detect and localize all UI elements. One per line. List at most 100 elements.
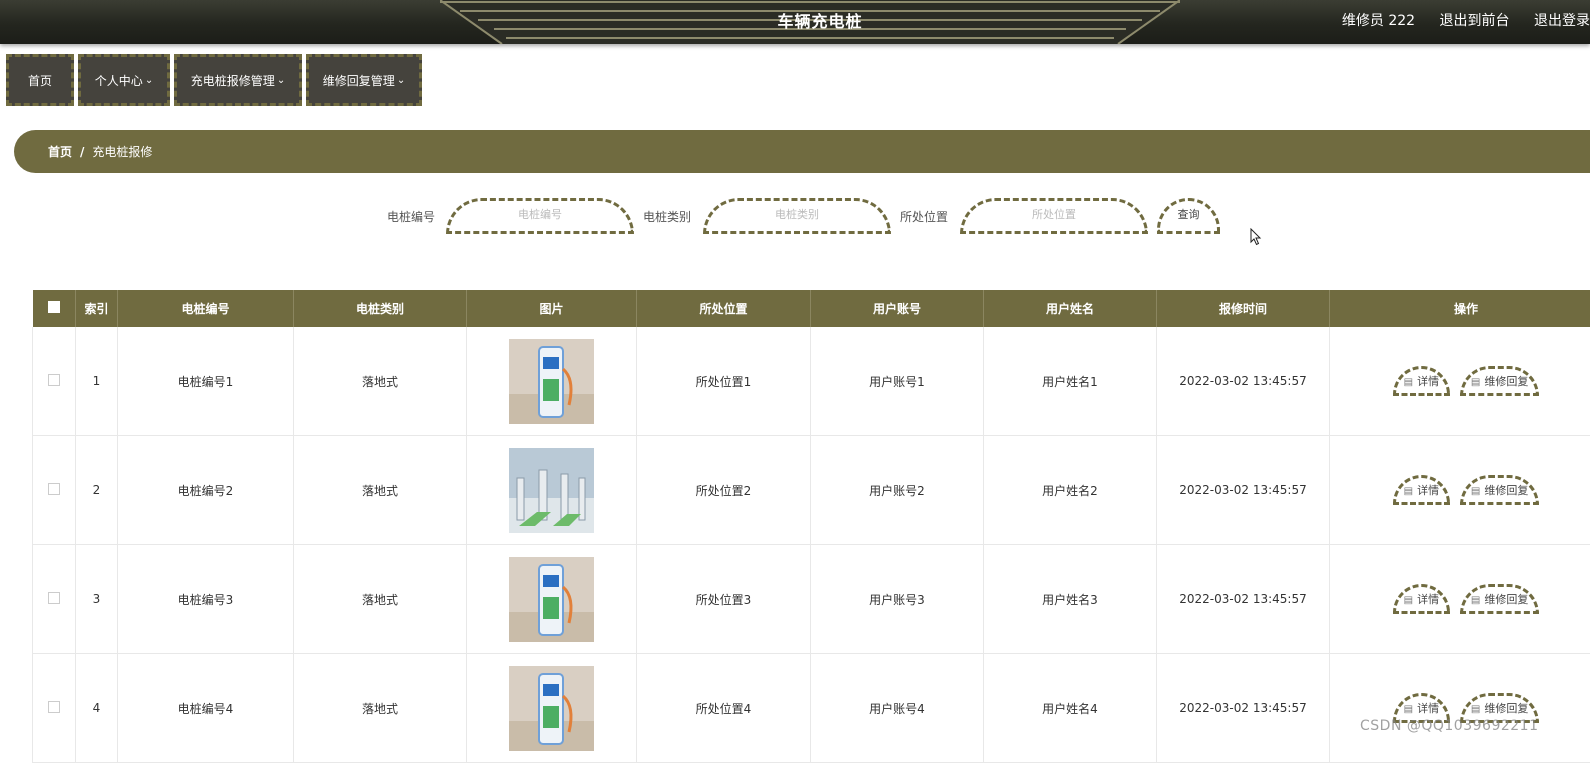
search-input-category[interactable]: 电桩类别 [703,198,891,234]
column-header: 操作 [1330,290,1590,327]
cell-account: 用户账号3 [811,545,984,654]
charger-image [509,666,594,751]
cell-index: 1 [76,327,118,436]
cell-category: 落地式 [294,654,467,763]
detail-button[interactable]: ▤详情 [1393,475,1450,505]
search-button[interactable]: 查询 [1157,198,1220,234]
charger-image [509,448,594,533]
row-select-cell[interactable] [33,327,76,436]
column-header: 用户姓名 [984,290,1157,327]
cell-index: 4 [76,654,118,763]
row-select-cell[interactable] [33,545,76,654]
cell-name: 用户姓名3 [984,545,1157,654]
cell-category: 落地式 [294,327,467,436]
breadcrumb: 首页 / 充电桩报修 [14,130,1590,173]
document-icon: ▤ [1471,377,1480,388]
nav-item-label: 首页 [28,72,52,89]
document-icon: ▤ [1404,486,1413,497]
repair-reply-button[interactable]: ▤维修回复 [1460,475,1539,505]
row-select-cell[interactable] [33,436,76,545]
cell-time: 2022-03-02 13:45:57 [1157,436,1330,545]
charger-image [509,339,594,424]
header-user-area: 维修员 222 退出到前台 退出登录 [1322,10,1590,30]
row-checkbox[interactable] [48,592,60,604]
breadcrumb-separator: / [80,145,84,159]
detail-button-label: 详情 [1417,593,1439,606]
row-checkbox[interactable] [48,483,60,495]
breadcrumb-home[interactable]: 首页 [48,143,72,160]
cell-account: 用户账号4 [811,654,984,763]
column-header: 报修时间 [1157,290,1330,327]
nav-item-label: 充电桩报修管理 [191,72,275,89]
cell-image [467,436,637,545]
cell-location: 所处位置4 [637,654,811,763]
cell-location: 所处位置2 [637,436,811,545]
charger-image [509,557,594,642]
chevron-down-icon: ⌄ [277,75,285,86]
document-icon: ▤ [1404,377,1413,388]
cell-image [467,654,637,763]
cell-index: 2 [76,436,118,545]
repair-reply-button[interactable]: ▤ 维修回复 [1460,366,1539,396]
cell-account: 用户账号1 [811,327,984,436]
cell-name: 用户姓名2 [984,436,1157,545]
table-row: 1 电桩编号1 落地式 所处位置1 用户账号1 用户姓名1 2022-03-02… [33,327,1590,436]
column-header: 电桩类别 [294,290,467,327]
table-row: 2 电桩编号2 落地式 所处位置2 用户账号2 用户姓名2 2022-03-02… [33,436,1590,545]
column-header: 索引 [76,290,118,327]
repair-reply-button-label: 维修回复 [1484,375,1528,388]
cell-actions: ▤详情 ▤ 维修回复 [1330,327,1590,436]
cell-index: 3 [76,545,118,654]
cell-actions: ▤ 详情 ▤ 维修回复 [1330,545,1590,654]
document-icon: ▤ [1404,595,1413,606]
cell-code: 电桩编号3 [118,545,294,654]
cell-time: 2022-03-02 13:45:57 [1157,654,1330,763]
detail-button[interactable]: ▤详情 [1393,366,1450,396]
row-checkbox[interactable] [48,701,60,713]
repair-table: 索引 电桩编号 电桩类别 图片 所处位置 用户账号 用户姓名 报修时间 操作 1… [32,290,1590,763]
repair-reply-button-label: 维修回复 [1484,593,1528,606]
select-all-checkbox[interactable] [48,301,60,313]
cell-time: 2022-03-02 13:45:57 [1157,327,1330,436]
repair-reply-button-label: 维修回复 [1484,702,1528,715]
search-label-category: 电桩类别 [643,208,691,225]
nav-item-home[interactable]: 首页 [6,54,74,106]
back-to-front-link[interactable]: 退出到前台 [1440,13,1510,29]
detail-button-label: 详情 [1417,702,1439,715]
logout-link[interactable]: 退出登录 [1534,13,1590,29]
column-header: 图片 [467,290,637,327]
repair-reply-button[interactable]: ▤ 维修回复 [1460,584,1539,614]
cell-category: 落地式 [294,545,467,654]
cell-image [467,327,637,436]
document-icon: ▤ [1404,704,1413,715]
breadcrumb-current: 充电桩报修 [92,143,152,160]
column-header: 所处位置 [637,290,811,327]
row-select-cell[interactable] [33,654,76,763]
header-select-all[interactable] [33,290,76,327]
cell-location: 所处位置1 [637,327,811,436]
search-input-code[interactable]: 电桩编号 [446,198,634,234]
cell-location: 所处位置3 [637,545,811,654]
watermark: CSDN @QQ1039692211 [1360,718,1538,734]
table-row: 3 电桩编号3 落地式 所处位置3 用户账号3 用户姓名3 2022-03-02… [33,545,1590,654]
cell-account: 用户账号2 [811,436,984,545]
nav-item-reply-management[interactable]: 维修回复管理 ⌄ [306,54,422,106]
search-label-code: 电桩编号 [387,208,435,225]
repair-reply-button-label: 维修回复 [1484,484,1528,497]
row-checkbox[interactable] [48,374,60,386]
cell-name: 用户姓名4 [984,654,1157,763]
cell-actions: ▤详情 ▤维修回复 [1330,436,1590,545]
detail-button[interactable]: ▤ 详情 [1393,584,1450,614]
cell-image [467,545,637,654]
column-header: 用户账号 [811,290,984,327]
search-input-location[interactable]: 所处位置 [960,198,1148,234]
cell-code: 电桩编号4 [118,654,294,763]
nav-item-repair-management[interactable]: 充电桩报修管理 ⌄ [174,54,302,106]
current-user: 维修员 222 [1342,13,1415,29]
table-row: 4 电桩编号4 落地式 所处位置4 用户账号4 用户姓名4 2022-03-02… [33,654,1590,763]
nav-item-personal-center[interactable]: 个人中心 ⌄ [78,54,170,106]
document-icon: ▤ [1471,595,1480,606]
chevron-down-icon: ⌄ [397,75,405,86]
cell-code: 电桩编号1 [118,327,294,436]
search-label-location: 所处位置 [900,208,948,225]
